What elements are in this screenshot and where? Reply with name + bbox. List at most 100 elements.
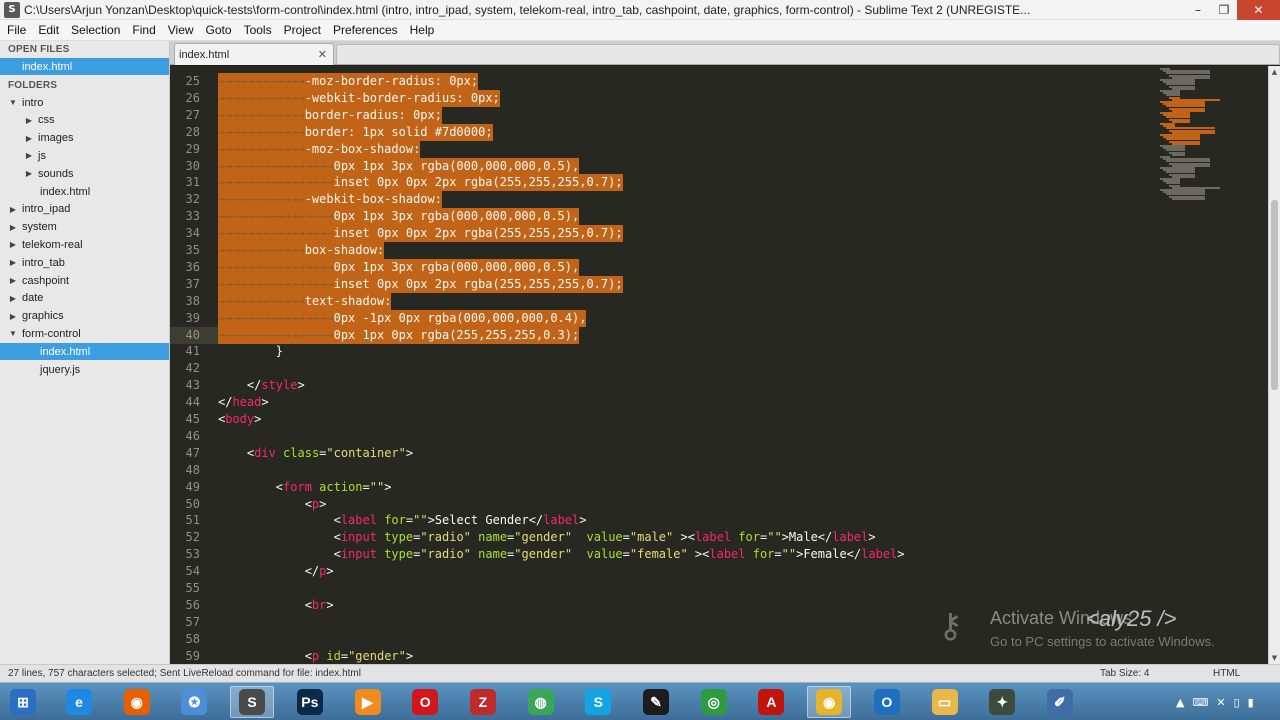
paint-button[interactable]: ✐: [1038, 686, 1082, 718]
collapsed-arrow-icon[interactable]: ▶: [24, 134, 34, 143]
network-globe-button[interactable]: ◎: [692, 686, 736, 718]
collapsed-arrow-icon[interactable]: ▶: [8, 258, 18, 267]
collapsed-arrow-icon[interactable]: ▶: [8, 312, 18, 321]
open-file-item[interactable]: index.html: [0, 58, 169, 75]
tab-close-icon[interactable]: ✕: [318, 48, 327, 61]
collapsed-arrow-icon[interactable]: ▶: [8, 276, 18, 285]
collapsed-arrow-icon[interactable]: ▶: [24, 116, 34, 125]
scrollbar-thumb[interactable]: [1271, 200, 1278, 390]
skype-button[interactable]: S: [576, 686, 620, 718]
outlook-button[interactable]: O: [865, 686, 909, 718]
show-hidden-icons-icon[interactable]: ▲: [1176, 696, 1184, 709]
photoshop-button[interactable]: Ps: [288, 686, 332, 718]
battery-icon[interactable]: ▯: [1234, 696, 1240, 709]
collapsed-arrow-icon[interactable]: ▶: [8, 294, 18, 303]
collapsed-arrow-icon[interactable]: ▶: [24, 169, 34, 178]
minimap[interactable]: [1158, 66, 1258, 216]
windows-start-button[interactable]: ⊞: [1, 686, 45, 718]
tool-button[interactable]: ✎: [634, 686, 678, 718]
menu-view[interactable]: View: [161, 23, 199, 37]
volume-icon[interactable]: ▮: [1248, 696, 1254, 709]
code-text: <input type="radio" name="gender" value=…: [218, 546, 905, 563]
code-token: →→→→→→→→→→→→: [218, 141, 305, 156]
firefox-button[interactable]: ◉: [115, 686, 159, 718]
code-editor[interactable]: 25 →→→→→→→→→→→→-moz-border-radius: 0px; 26…: [170, 66, 1268, 664]
code-line: 30 →→→→→→→→→→→→→→→→0px 1px 3px rgba(000,0…: [170, 157, 1268, 175]
safari-button[interactable]: ✪: [172, 686, 216, 718]
acrobat-button[interactable]: A: [749, 686, 793, 718]
folder-item[interactable]: ▼ intro: [0, 94, 169, 111]
folder-item[interactable]: ▶ date: [0, 290, 169, 307]
network-icon[interactable]: ✕: [1216, 696, 1225, 709]
minimize-button[interactable]: –: [1185, 0, 1211, 20]
expanded-arrow-icon[interactable]: ▼: [8, 329, 18, 338]
folder-item[interactable]: ▶ intro_ipad: [0, 201, 169, 218]
chrome-canary-icon: ◍: [527, 689, 554, 715]
file-item[interactable]: index.html: [0, 183, 169, 200]
expanded-arrow-icon[interactable]: ▼: [8, 98, 18, 107]
maximize-button[interactable]: ❐: [1211, 0, 1237, 20]
media-player-button[interactable]: ▶: [346, 686, 390, 718]
menu-preferences[interactable]: Preferences: [326, 23, 403, 37]
network-globe-icon: ◎: [700, 689, 727, 715]
folder-item[interactable]: ▼ form-control: [0, 325, 169, 342]
filezilla-icon: Z: [469, 689, 496, 715]
code-token: →→→→→→→→→→→→→→→→: [218, 276, 334, 291]
tab-size-indicator[interactable]: Tab Size: 4: [1100, 668, 1149, 679]
settings-tool-button[interactable]: ✦: [980, 686, 1024, 718]
folder-item[interactable]: ▶ cashpoint: [0, 272, 169, 289]
folder-item[interactable]: ▶ css: [0, 112, 169, 129]
menu-find[interactable]: Find: [125, 23, 160, 37]
code-token: body: [225, 412, 255, 426]
code-token: value: [586, 547, 623, 562]
menu-goto[interactable]: Goto: [199, 23, 237, 37]
chrome-icon: ◉: [816, 689, 843, 715]
code-text: </p>: [218, 563, 334, 580]
code-token: input: [340, 530, 377, 545]
folder-item[interactable]: ▶ js: [0, 147, 169, 164]
code-token: -webkit-box-shadow:: [304, 192, 442, 207]
menu-file[interactable]: File: [0, 23, 31, 37]
vertical-scrollbar[interactable]: ▲ ▼: [1268, 66, 1280, 664]
syntax-indicator[interactable]: HTML: [1213, 668, 1240, 679]
chrome-button[interactable]: ◉: [807, 686, 852, 718]
folder-item[interactable]: ▶ graphics: [0, 308, 169, 325]
code-token: "male": [629, 530, 674, 545]
close-button[interactable]: ✕: [1237, 0, 1280, 20]
opera-button[interactable]: O: [403, 686, 447, 718]
line-number: 49: [185, 479, 200, 494]
chrome-canary-button[interactable]: ◍: [519, 686, 563, 718]
menu-edit[interactable]: Edit: [31, 23, 64, 37]
menu-selection[interactable]: Selection: [64, 23, 125, 37]
internet-explorer-button[interactable]: e: [57, 686, 101, 718]
keyboard-icon[interactable]: ⌨: [1192, 696, 1208, 709]
folder-item[interactable]: ▶ sounds: [0, 165, 169, 182]
collapsed-arrow-icon[interactable]: ▶: [8, 205, 18, 214]
collapsed-arrow-icon[interactable]: ▶: [8, 240, 18, 249]
menu-project[interactable]: Project: [277, 23, 326, 37]
sublime-text-button[interactable]: S: [230, 686, 275, 718]
folder-item[interactable]: ▶ telekom-real: [0, 236, 169, 253]
menu-tools[interactable]: Tools: [237, 23, 277, 37]
folder-item[interactable]: ▶ intro_tab: [0, 254, 169, 271]
menu-help[interactable]: Help: [403, 23, 440, 37]
file-explorer-icon: ▭: [931, 689, 958, 715]
scroll-down-arrow-icon[interactable]: ▼: [1269, 652, 1280, 664]
collapsed-arrow-icon[interactable]: ▶: [24, 151, 34, 160]
folder-item[interactable]: ▶ system: [0, 219, 169, 236]
window-title: C:\Users\Arjun Yonzan\Desktop\quick-test…: [24, 2, 1031, 17]
tab-index-html[interactable]: index.html ✕: [174, 43, 334, 65]
code-token: >: [579, 513, 587, 528]
code-token: name: [478, 530, 508, 545]
file-explorer-button[interactable]: ▭: [923, 686, 967, 718]
code-token: =: [774, 547, 782, 562]
collapsed-arrow-icon[interactable]: ▶: [8, 223, 18, 232]
filezilla-button[interactable]: Z: [461, 686, 505, 718]
file-item[interactable]: jquery.js: [0, 361, 169, 378]
scroll-up-arrow-icon[interactable]: ▲: [1269, 66, 1280, 78]
code-token: 0px -1px 0px rgba(000,000,000,0.4),: [333, 310, 587, 325]
line-number: 56: [185, 597, 200, 612]
file-item[interactable]: index.html: [0, 343, 169, 361]
folder-item[interactable]: ▶ images: [0, 130, 169, 147]
